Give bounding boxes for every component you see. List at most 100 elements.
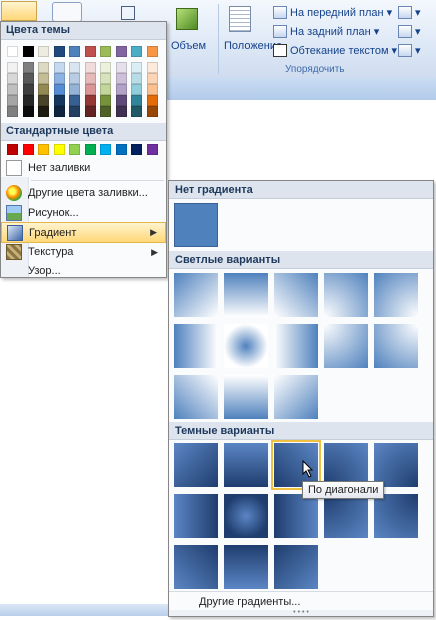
position-icon[interactable] [229,6,251,32]
dark-gradient-tile[interactable] [224,443,268,487]
theme-color-swatch[interactable] [7,46,18,57]
theme-color-swatch[interactable] [131,46,142,57]
theme-color-swatch[interactable] [84,84,96,95]
light-gradient-tile[interactable] [274,375,318,419]
theme-color-swatch[interactable] [100,46,111,57]
theme-color-swatch[interactable] [84,46,96,57]
dark-gradient-tile[interactable] [224,545,268,589]
theme-color-swatch[interactable] [131,106,142,117]
theme-color-swatch[interactable] [115,62,127,73]
standard-color-swatch[interactable] [38,144,49,155]
theme-color-swatch[interactable] [146,84,158,95]
theme-color-swatch[interactable] [84,62,96,73]
theme-color-swatch[interactable] [69,73,80,84]
theme-color-swatch[interactable] [22,84,34,95]
gradient-item[interactable]: Градиент ▶ [1,222,166,243]
standard-color-swatch[interactable] [131,144,142,155]
theme-color-swatch[interactable] [53,84,65,95]
theme-color-swatch[interactable] [146,73,158,84]
light-gradient-tile[interactable] [324,273,368,317]
rotate-button[interactable]: ▾ [398,44,421,57]
light-gradient-tile[interactable] [224,375,268,419]
light-gradient-tile[interactable] [174,375,218,419]
theme-color-swatch[interactable] [69,106,80,117]
theme-color-swatch[interactable] [100,73,111,84]
fill-color-button[interactable] [1,1,37,21]
theme-color-swatch[interactable] [115,95,127,106]
group-button[interactable]: ▾ [398,25,421,38]
theme-color-swatch[interactable] [38,106,49,117]
theme-color-swatch[interactable] [84,73,96,84]
standard-color-swatch[interactable] [100,144,111,155]
standard-color-swatch[interactable] [115,144,127,155]
dark-gradient-tile[interactable] [224,494,268,538]
theme-color-swatch[interactable] [22,62,34,73]
light-gradient-tile[interactable] [174,273,218,317]
theme-color-swatch[interactable] [22,95,34,106]
theme-color-swatch[interactable] [38,46,49,57]
theme-color-swatch[interactable] [7,106,18,117]
theme-color-swatch[interactable] [146,46,158,57]
shadow-effects-icon[interactable] [121,6,135,20]
dark-gradient-tile[interactable] [324,494,368,538]
standard-color-swatch[interactable] [7,144,18,155]
theme-color-swatch[interactable] [69,95,80,106]
theme-color-swatch[interactable] [69,46,80,57]
theme-color-swatch[interactable] [131,84,142,95]
theme-color-swatch[interactable] [53,95,65,106]
theme-color-swatch[interactable] [146,62,158,73]
light-gradient-tile[interactable] [224,273,268,317]
more-gradients-item[interactable]: Другие градиенты... [169,591,433,611]
theme-color-swatch[interactable] [84,95,96,106]
dark-gradient-tile[interactable] [274,494,318,538]
light-gradient-tile[interactable] [224,324,268,368]
theme-color-swatch[interactable] [131,73,142,84]
theme-color-swatch[interactable] [115,106,127,117]
theme-color-swatch[interactable] [146,95,158,106]
theme-color-swatch[interactable] [7,73,18,84]
texture-item[interactable]: Текстура ▶ [1,242,166,262]
theme-color-swatch[interactable] [100,62,111,73]
theme-color-swatch[interactable] [53,62,65,73]
light-gradient-tile[interactable] [374,324,418,368]
theme-color-swatch[interactable] [38,84,49,95]
theme-color-swatch[interactable] [53,46,65,57]
light-gradient-tile[interactable] [324,324,368,368]
bring-front-button[interactable]: На передний план ▾ [273,6,392,19]
standard-color-swatch[interactable] [69,144,80,155]
dark-gradient-tile[interactable] [174,443,218,487]
standard-color-swatch[interactable] [146,144,158,155]
theme-color-swatch[interactable] [7,62,18,73]
theme-color-swatch[interactable] [22,46,34,57]
standard-color-swatch[interactable] [22,144,34,155]
theme-color-swatch[interactable] [115,46,127,57]
shape-button[interactable] [52,2,82,22]
theme-color-swatch[interactable] [38,95,49,106]
pattern-item[interactable]: Узор... [1,261,166,281]
no-fill-item[interactable]: Нет заливки [1,158,166,178]
light-gradient-tile[interactable] [274,324,318,368]
theme-color-swatch[interactable] [69,84,80,95]
theme-color-swatch[interactable] [84,106,96,117]
theme-color-swatch[interactable] [22,73,34,84]
picture-item[interactable]: Рисунок... [1,203,166,223]
align-button[interactable]: ▾ [398,6,421,19]
light-gradient-tile[interactable] [174,324,218,368]
dark-gradient-tile[interactable] [374,494,418,538]
theme-color-swatch[interactable] [100,106,111,117]
more-fill-colors-item[interactable]: Другие цвета заливки... [1,183,166,203]
dark-gradient-tile[interactable] [274,545,318,589]
theme-color-swatch[interactable] [38,62,49,73]
theme-color-swatch[interactable] [131,95,142,106]
theme-color-swatch[interactable] [7,84,18,95]
theme-color-swatch[interactable] [131,62,142,73]
theme-color-swatch[interactable] [38,73,49,84]
object-3d-icon[interactable] [176,8,198,30]
no-gradient-tile[interactable] [174,203,218,247]
theme-color-swatch[interactable] [53,106,65,117]
theme-color-swatch[interactable] [22,106,34,117]
dark-gradient-tile[interactable] [174,545,218,589]
standard-color-swatch[interactable] [84,144,96,155]
resize-grip[interactable]: • • • • [169,609,433,616]
theme-color-swatch[interactable] [115,73,127,84]
